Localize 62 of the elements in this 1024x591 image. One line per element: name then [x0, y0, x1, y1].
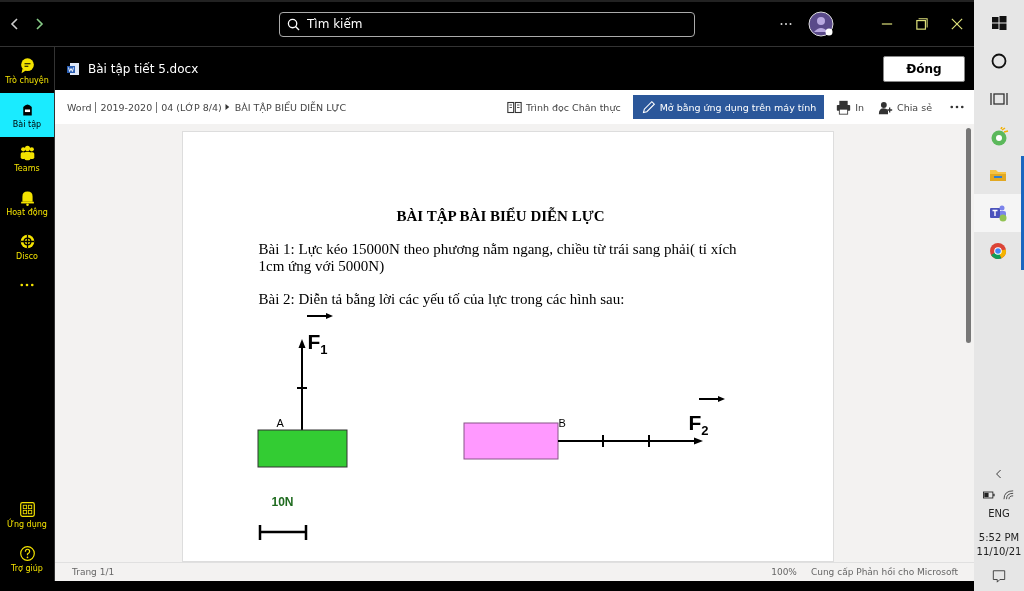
breadcrumb-link[interactable]: Word [67, 101, 97, 113]
file-name: Bài tập tiết 5.docx [88, 61, 199, 76]
close-button[interactable]: Đóng [883, 55, 965, 82]
more-icon[interactable] [950, 105, 964, 109]
sidebar-item[interactable]: Bài tập [0, 93, 54, 137]
chevron-icon[interactable] [995, 468, 1003, 480]
teams-app-icon [987, 203, 1008, 223]
chat-icon [18, 57, 36, 74]
sidebar-item[interactable]: Trợ giúp [0, 537, 54, 581]
printer-icon [836, 99, 852, 115]
search-field[interactable]: Tìm kiếm [279, 11, 695, 37]
caret-icon [223, 103, 230, 111]
close-icon[interactable] [951, 18, 963, 30]
help-icon [18, 545, 36, 562]
forward-icon[interactable] [34, 17, 44, 31]
bell-icon [18, 189, 36, 206]
force-label: F$_{1}$ [307, 331, 328, 357]
document-title: BÀI TẬP BÀI BIỂU DIỄN LỰC [395, 208, 606, 225]
open-in-app-button[interactable]: Mở bằng ứng dụng trên máy tính [632, 95, 825, 119]
wifi-icon[interactable] [1003, 490, 1015, 500]
paragraph: Bài 1: Lực kéo 15000N theo phương nằm ngang, chiều từ trái sang phải( tỉ xích 1cm ứng với 5000N) [258, 241, 738, 275]
sidebar-item[interactable]: Trò chuyện [0, 49, 54, 93]
maximize-icon[interactable] [916, 18, 928, 30]
sidebar-item[interactable]: Disco [0, 225, 54, 269]
battery-icon[interactable] [983, 490, 995, 500]
circle-icon [989, 51, 1009, 71]
scale-bar [258, 523, 307, 542]
apps-icon [18, 501, 36, 518]
sidebar-item[interactable]: Teams [0, 137, 54, 181]
feedback-link[interactable]: Cung cấp Phản hồi cho Microsoft [810, 567, 958, 577]
clock[interactable]: 5:52 PM 11/10/21 [976, 531, 1022, 559]
sidebar-item[interactable]: Hoạt động [0, 181, 54, 225]
scale-label: 10N [271, 496, 294, 508]
breadcrumb-current: BÀI TẬP BIỂU DIỄN LỰC [234, 101, 347, 113]
point-label: A [276, 418, 284, 429]
word-file-icon [66, 61, 80, 76]
person-add-icon [878, 99, 894, 115]
direction-arrow [305, 313, 333, 319]
avatar[interactable] [808, 11, 834, 37]
disco-ball-icon [18, 233, 36, 250]
notification-icon[interactable] [992, 569, 1006, 583]
book-icon [507, 99, 522, 115]
zoom-level[interactable]: 100% [771, 567, 797, 577]
people-icon [18, 145, 36, 162]
more-icon[interactable] [20, 283, 34, 287]
breadcrumb-link[interactable]: 04 (LỚP 8/4) [161, 101, 222, 113]
force-label: F$_{2}$ [688, 412, 709, 438]
sidebar-item[interactable]: Ứng dụng [0, 493, 54, 537]
point-label: B [558, 418, 566, 429]
language-indicator[interactable]: ENG [988, 508, 1010, 519]
scrollbar[interactable] [966, 128, 971, 343]
paragraph: Bài 2: Diễn tả bằng lời các yếu tố của lực trong các hình sau: [258, 291, 626, 308]
direction-arrow [697, 396, 725, 402]
more-icon[interactable] [780, 22, 792, 26]
search-icon [287, 17, 300, 31]
back-icon[interactable] [10, 17, 20, 31]
breadcrumb-link[interactable]: 2019-2020 [100, 101, 158, 113]
page-count: Trang 1/1 [72, 567, 115, 577]
pencil-icon [640, 99, 656, 115]
ring-app-icon [989, 127, 1009, 147]
chrome-icon [987, 241, 1008, 261]
windows-icon [989, 13, 1009, 33]
